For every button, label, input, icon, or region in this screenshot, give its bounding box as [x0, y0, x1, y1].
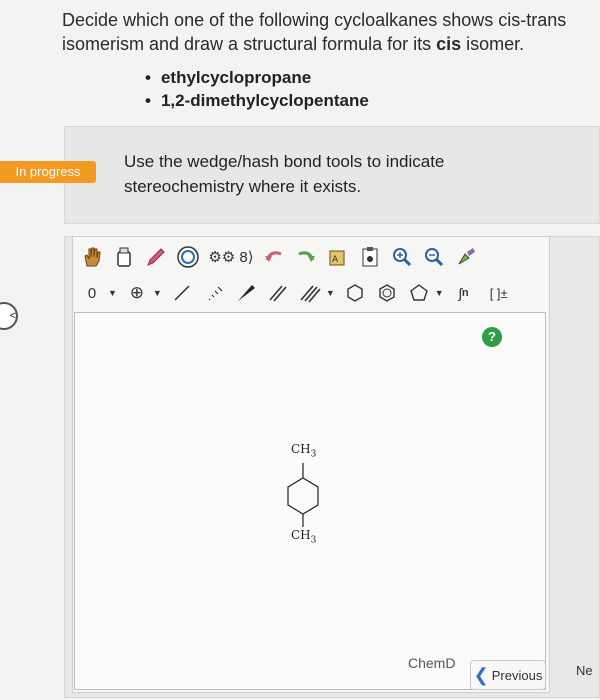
- methyl-label-bottom: CH3: [291, 528, 317, 546]
- next-button[interactable]: Ne: [576, 663, 600, 685]
- previous-button[interactable]: ❮ Previous: [470, 660, 546, 690]
- methyl-label-top: CH3: [291, 442, 317, 460]
- previous-label: Previous: [491, 667, 543, 683]
- chemdoodle-brand: ChemD: [408, 655, 456, 671]
- chevron-left-icon: ❮: [473, 664, 489, 685]
- cyclohexane-ring: [287, 477, 319, 515]
- molecule-drawing: [287, 463, 319, 527]
